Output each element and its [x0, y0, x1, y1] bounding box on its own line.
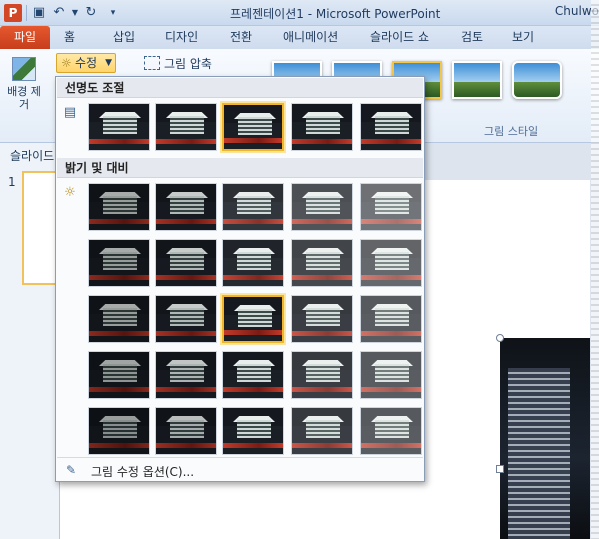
title-bar: P ▣ ↶ ▼ ↻ ▾ 프레젠테이션1 - Microsoft PowerPoi…: [0, 0, 599, 26]
tab-view[interactable]: 보기: [512, 26, 534, 49]
sun-icon: ☼: [61, 56, 72, 70]
slide-number: 1: [8, 175, 16, 189]
remove-background-icon: [12, 57, 36, 81]
compress-pictures-button[interactable]: 그림 압축: [144, 55, 212, 72]
correction-preset-thumb[interactable]: [291, 351, 353, 399]
correction-preset-thumb[interactable]: [291, 239, 353, 287]
correction-preset-thumb[interactable]: [88, 407, 150, 455]
tab-file[interactable]: 파일: [0, 26, 50, 49]
compress-icon: [144, 56, 160, 70]
brightness-section-title: 밝기 및 대비: [57, 158, 423, 178]
correction-preset-thumb[interactable]: [88, 239, 150, 287]
window-title: 프레젠테이션1 - Microsoft PowerPoint: [230, 7, 441, 21]
correction-preset-thumb[interactable]: [155, 239, 217, 287]
correction-preset-thumb[interactable]: [155, 183, 217, 231]
resize-handle[interactable]: [496, 334, 504, 342]
quick-access-separator: [26, 5, 27, 21]
correction-preset-thumb[interactable]: [291, 407, 353, 455]
slide-thumbnail-pane: 슬라이드 1: [0, 143, 60, 539]
slide-thumbnail[interactable]: [22, 171, 58, 285]
correction-preset-thumb[interactable]: [360, 295, 422, 343]
slides-pane-title[interactable]: 슬라이드: [10, 147, 54, 164]
selected-picture[interactable]: [500, 338, 590, 539]
picture-correction-options[interactable]: ✎ 그림 수정 옵션(C)...: [57, 457, 423, 481]
remove-background-label: 배경 제거: [7, 85, 41, 111]
ribbon-tab-bar: 파일 홈 삽입 디자인 전환 애니메이션 슬라이드 쇼 검토 보기: [0, 26, 599, 49]
tab-slideshow[interactable]: 슬라이드 쇼: [370, 26, 429, 49]
tab-review[interactable]: 검토: [461, 26, 483, 49]
torn-edge: [591, 0, 599, 539]
compress-label: 그림 압축: [164, 57, 212, 71]
tab-insert[interactable]: 삽입: [113, 26, 135, 49]
correction-preset-thumb[interactable]: [88, 183, 150, 231]
tab-transitions[interactable]: 전환: [230, 26, 252, 49]
correction-preset-thumb[interactable]: [222, 295, 284, 343]
sun-icon: ☼: [64, 185, 76, 200]
correction-preset-thumb[interactable]: [222, 239, 284, 287]
tab-animations[interactable]: 애니메이션: [283, 26, 338, 49]
corrections-label: 수정: [75, 56, 98, 70]
picture-style-thumb[interactable]: [452, 61, 502, 99]
sharpen-icon: ▤: [63, 105, 77, 120]
correction-preset-thumb[interactable]: [360, 407, 422, 455]
redo-icon[interactable]: ↻: [82, 4, 100, 22]
correction-preset-thumb[interactable]: [155, 351, 217, 399]
building-image: [508, 368, 570, 539]
picture-styles-group-label: 그림 스타일: [484, 125, 539, 138]
sharpen-section-title: 선명도 조절: [57, 78, 423, 98]
corrections-button[interactable]: ☼ 수정 ▼: [56, 53, 116, 73]
correction-preset-thumb[interactable]: [360, 239, 422, 287]
correction-preset-thumb[interactable]: [291, 183, 353, 231]
correction-preset-thumb[interactable]: [155, 103, 217, 151]
save-icon[interactable]: ▣: [30, 4, 48, 22]
correction-preset-thumb[interactable]: [222, 103, 284, 151]
chevron-down-icon: ▼: [105, 58, 112, 68]
correction-preset-thumb[interactable]: [222, 351, 284, 399]
tab-home[interactable]: 홈: [64, 26, 75, 49]
correction-preset-thumb[interactable]: [360, 351, 422, 399]
correction-preset-thumb[interactable]: [291, 295, 353, 343]
correction-preset-thumb[interactable]: [222, 407, 284, 455]
correction-preset-thumb[interactable]: [155, 407, 217, 455]
correction-preset-thumb[interactable]: [155, 295, 217, 343]
resize-handle[interactable]: [496, 465, 504, 473]
correction-preset-thumb[interactable]: [360, 103, 422, 151]
corrections-dropdown: 선명도 조절 ▤ 밝기 및 대비 ☼ ✎ 그림 수정 옵션(C)...: [55, 76, 425, 482]
tab-design[interactable]: 디자인: [165, 26, 198, 49]
picture-style-thumb[interactable]: [512, 61, 562, 99]
picture-corrections-icon: ✎: [65, 463, 77, 477]
correction-preset-thumb[interactable]: [291, 103, 353, 151]
remove-background-button[interactable]: 배경 제거: [6, 55, 42, 125]
correction-preset-thumb[interactable]: [222, 183, 284, 231]
customize-toolbar-icon[interactable]: ▾: [104, 4, 122, 22]
picture-correction-options-label: 그림 수정 옵션(C)...: [91, 465, 195, 479]
correction-preset-thumb[interactable]: [88, 295, 150, 343]
correction-preset-thumb[interactable]: [88, 103, 150, 151]
correction-preset-thumb[interactable]: [360, 183, 422, 231]
correction-preset-thumb[interactable]: [88, 351, 150, 399]
powerpoint-app-icon[interactable]: P: [4, 4, 22, 22]
